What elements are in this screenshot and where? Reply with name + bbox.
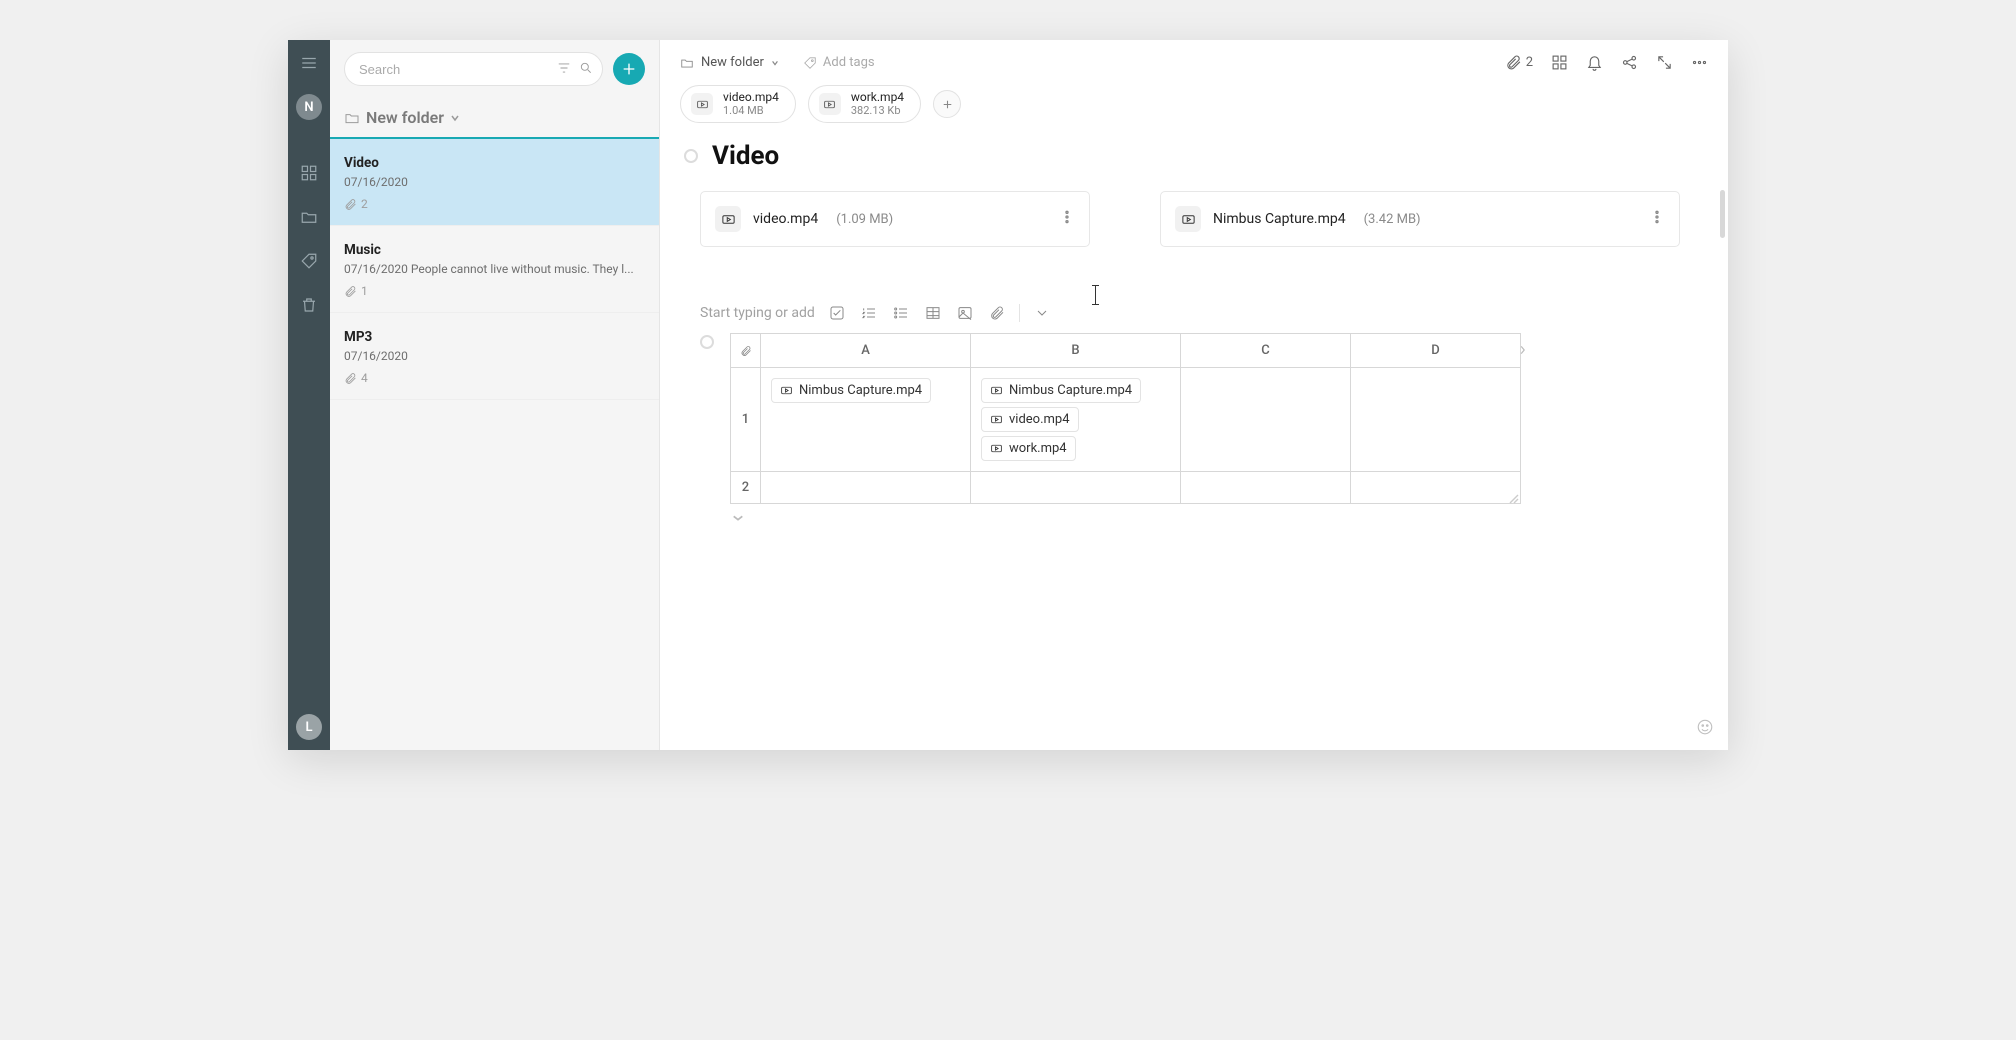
tag-icon[interactable] — [296, 248, 322, 274]
bulleted-list-icon[interactable] — [891, 303, 911, 323]
col-header[interactable]: D — [1351, 334, 1521, 368]
add-tags-button[interactable]: Add tags — [803, 55, 875, 70]
file-token[interactable]: Nimbus Capture.mp4 — [981, 378, 1141, 403]
emoji-icon[interactable] — [1696, 718, 1714, 740]
col-header[interactable]: C — [1181, 334, 1351, 368]
scrollbar[interactable] — [1720, 190, 1725, 238]
table-corner[interactable] — [731, 334, 761, 368]
share-icon[interactable] — [1621, 54, 1638, 71]
cell[interactable] — [761, 472, 971, 504]
note-meta: 07/16/2020 — [344, 349, 645, 363]
note-attachment-count: 4 — [344, 371, 645, 385]
search-icon[interactable] — [579, 60, 593, 79]
note-meta: 07/16/2020 — [344, 175, 645, 189]
cell[interactable] — [1181, 368, 1351, 472]
menu-icon[interactable] — [296, 50, 322, 76]
filter-icon[interactable] — [557, 60, 571, 79]
cell[interactable]: Nimbus Capture.mp4 video.mp4 work.mp4 — [971, 368, 1181, 472]
folder-select[interactable]: New folder — [330, 98, 659, 139]
title-handle[interactable] — [684, 149, 698, 163]
file-card[interactable]: Nimbus Capture.mp4 (3.42 MB) — [1160, 191, 1680, 247]
note-meta: 07/16/2020 People cannot live without mu… — [344, 262, 645, 276]
cell[interactable] — [1181, 472, 1351, 504]
checkbox-icon[interactable] — [827, 303, 847, 323]
note-item-music[interactable]: Music 07/16/2020 People cannot live with… — [330, 226, 659, 313]
note-attachment-count: 2 — [344, 197, 645, 211]
apps-icon[interactable] — [296, 160, 322, 186]
chevron-down-icon[interactable] — [1032, 303, 1052, 323]
video-icon — [715, 206, 741, 232]
file-token[interactable]: work.mp4 — [981, 436, 1076, 461]
add-attachment-button[interactable] — [933, 90, 961, 118]
note-item-video[interactable]: Video 07/16/2020 2 — [330, 139, 659, 226]
add-row-button[interactable] — [732, 507, 746, 517]
trash-icon[interactable] — [296, 292, 322, 318]
text-caret — [1095, 285, 1096, 305]
page-title[interactable]: Video — [712, 141, 779, 171]
folder-icon[interactable] — [296, 204, 322, 230]
numbered-list-icon[interactable] — [859, 303, 879, 323]
note-attachment-count: 1 — [344, 284, 645, 298]
cell[interactable] — [971, 472, 1181, 504]
more-icon[interactable] — [1691, 54, 1708, 71]
table-resize-handle[interactable] — [1509, 489, 1519, 508]
app-window: N L — [288, 40, 1728, 750]
note-item-mp3[interactable]: MP3 07/16/2020 4 — [330, 313, 659, 400]
file-token[interactable]: video.mp4 — [981, 407, 1079, 432]
workspace-avatar[interactable]: N — [296, 94, 322, 120]
grid-icon[interactable] — [1551, 54, 1568, 71]
add-column-button[interactable] — [1519, 341, 1527, 359]
video-icon — [819, 93, 841, 115]
table-icon[interactable] — [923, 303, 943, 323]
row-header[interactable]: 1 — [731, 368, 761, 472]
note-title: Music — [344, 242, 645, 258]
row-header[interactable]: 2 — [731, 472, 761, 504]
col-header[interactable]: A — [761, 334, 971, 368]
breadcrumb[interactable]: New folder — [680, 55, 779, 70]
video-icon — [1175, 206, 1201, 232]
attach-icon[interactable] — [987, 303, 1007, 323]
note-title: MP3 — [344, 329, 645, 345]
attachment-chip[interactable]: work.mp4 382.13 Kb — [808, 85, 921, 123]
file-card[interactable]: video.mp4 (1.09 MB) — [700, 191, 1090, 247]
editor-header: New folder Add tags 2 — [660, 40, 1728, 75]
file-more-icon[interactable] — [1059, 209, 1075, 229]
col-header[interactable]: B — [971, 334, 1181, 368]
attachment-chip[interactable]: video.mp4 1.04 MB — [680, 85, 796, 123]
folder-name: New folder — [366, 108, 444, 127]
attachments-count[interactable]: 2 — [1505, 54, 1533, 71]
file-more-icon[interactable] — [1649, 209, 1665, 229]
block-handle[interactable] — [700, 335, 714, 349]
note-list: Video 07/16/2020 2 Music 07/16/2020 Peop… — [330, 139, 659, 400]
note-title: Video — [344, 155, 645, 171]
file-token[interactable]: Nimbus Capture.mp4 — [771, 378, 931, 403]
sidebar: New folder Video 07/16/2020 2 Music 07/1… — [330, 40, 660, 750]
video-icon — [691, 93, 713, 115]
image-icon[interactable] — [955, 303, 975, 323]
new-note-button[interactable] — [613, 53, 645, 85]
nav-rail: N L — [288, 40, 330, 750]
cell[interactable] — [1351, 472, 1521, 504]
editor-pane: New folder Add tags 2 — [660, 40, 1728, 750]
user-avatar[interactable]: L — [296, 714, 322, 740]
cell[interactable] — [1351, 368, 1521, 472]
spreadsheet[interactable]: A B C D 1 Nimbus Capture.mp — [730, 333, 1521, 504]
attachment-chips: video.mp4 1.04 MB work.mp4 382.13 Kb — [660, 75, 1728, 131]
bell-icon[interactable] — [1586, 54, 1603, 71]
cell[interactable]: Nimbus Capture.mp4 — [761, 368, 971, 472]
editor-placeholder[interactable]: Start typing or add — [700, 305, 815, 321]
expand-icon[interactable] — [1656, 54, 1673, 71]
